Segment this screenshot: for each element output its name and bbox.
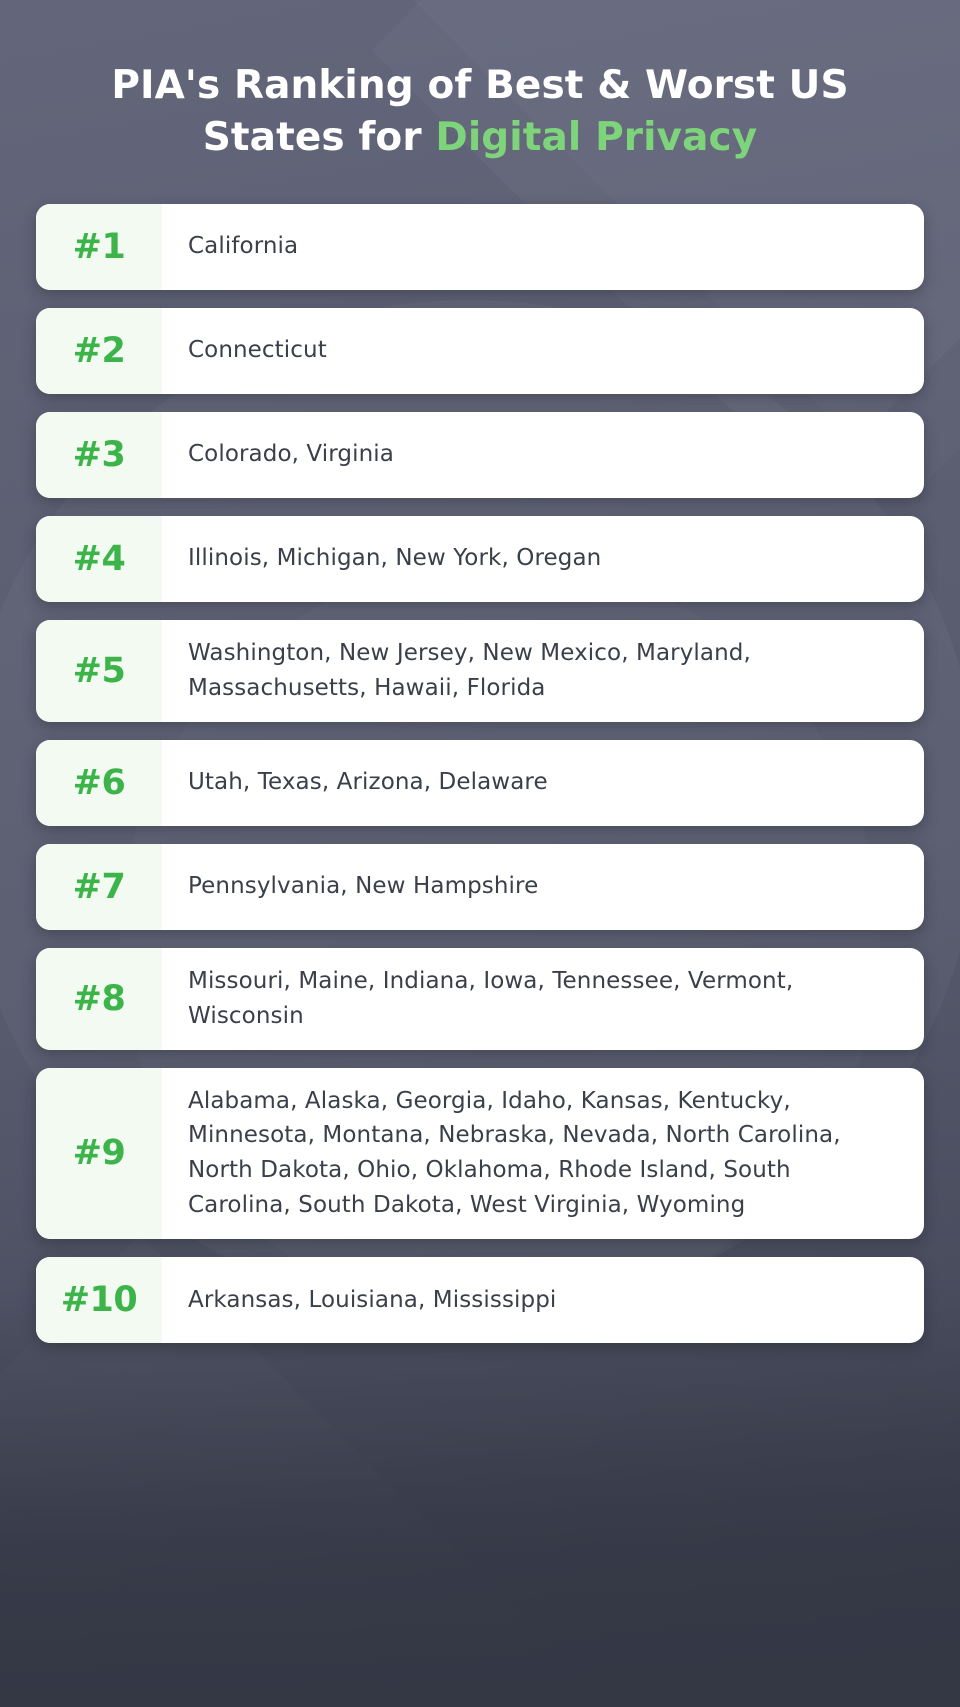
- ranking-row: #9 Alabama, Alaska, Georgia, Idaho, Kansa…: [36, 1067, 924, 1240]
- state-names: Missouri, Maine, Indiana, Iowa, Tennesse…: [188, 967, 794, 1029]
- rank-number-badge: #6: [36, 739, 162, 826]
- state-names: Arkansas, Louisiana, Mississippi: [188, 1286, 557, 1313]
- page-title: PIA's Ranking of Best & Worst US States …: [110, 60, 850, 164]
- state-names: Colorado, Virginia: [188, 441, 394, 468]
- state-names: Pennsylvania, New Hampshire: [188, 873, 539, 900]
- ranking-row: #2 Connecticut: [36, 307, 924, 394]
- rank-number-badge: #1: [36, 203, 162, 290]
- ranking-row: #6 Utah, Texas, Arizona, Delaware: [36, 739, 924, 826]
- page-title-accent: Digital Privacy: [435, 114, 758, 160]
- rank-number-badge: #4: [36, 515, 162, 602]
- ranking-row: #7 Pennsylvania, New Hampshire: [36, 843, 924, 930]
- rank-number-badge: #8: [36, 947, 162, 1050]
- page-title-line-1: PIA's Ranking of Best & Worst US: [111, 63, 849, 108]
- state-names: California: [188, 233, 299, 260]
- state-names: Utah, Texas, Arizona, Delaware: [188, 769, 548, 796]
- state-names: Washington, New Jersey, New Mexico, Mary…: [188, 639, 751, 701]
- rank-number-badge: #10: [36, 1257, 162, 1344]
- rank-number-badge: #3: [36, 411, 162, 498]
- ranking-list: #1 California #2 Connecticut #3 Colorado, Vir…: [36, 203, 924, 1344]
- infographic-page: PIA's Ranking of Best & Worst US States …: [0, 0, 960, 1707]
- ranking-row: #1 California: [36, 203, 924, 290]
- ranking-row: #5 Washington, New Jersey, New Mexico, Ma…: [36, 619, 924, 722]
- rank-number-badge: #2: [36, 307, 162, 394]
- ranking-row: #8 Missouri, Maine, Indiana, Iowa, Tennes…: [36, 947, 924, 1050]
- state-names: Alabama, Alaska, Georgia, Idaho, Kansas,…: [188, 1087, 841, 1219]
- ranking-row: #4 Illinois, Michigan, New York, Oregan: [36, 515, 924, 602]
- rank-number-badge: #7: [36, 843, 162, 930]
- page-title-line-2-plain: States for: [202, 114, 436, 160]
- state-names: Illinois, Michigan, New York, Oregan: [188, 545, 602, 572]
- ranking-row: #10 Arkansas, Louisiana, Mississippi: [36, 1257, 924, 1344]
- state-names: Connecticut: [188, 337, 327, 364]
- ranking-row: #3 Colorado, Virginia: [36, 411, 924, 498]
- rank-number-badge: #5: [36, 619, 162, 722]
- rank-number-badge: #9: [36, 1067, 162, 1240]
- header: PIA's Ranking of Best & Worst US States …: [36, 0, 924, 204]
